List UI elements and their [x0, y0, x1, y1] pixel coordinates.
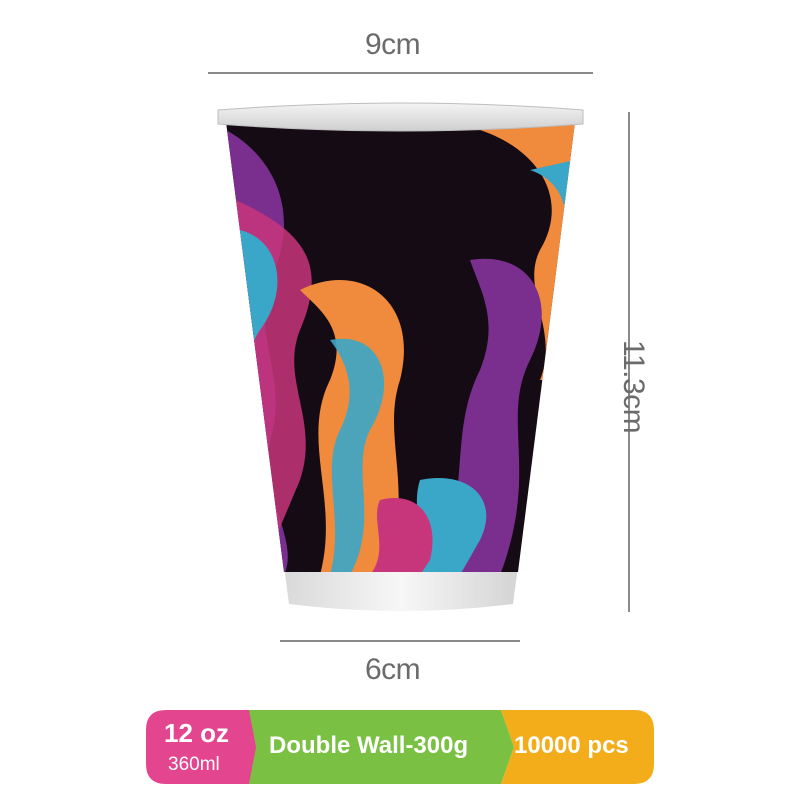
volume-oz: 12 oz [164, 718, 230, 748]
paper-cup-image [217, 102, 584, 611]
volume-ml: 360ml [168, 754, 220, 775]
spec-bar: 12 oz 360ml Double Wall-300g 10000 pcs [146, 710, 654, 784]
quantity: 10000 pcs [514, 732, 629, 759]
wall-type: Double Wall-300g [269, 732, 469, 759]
cup-base [284, 566, 518, 611]
cup-pattern [226, 122, 575, 572]
cup-rim [217, 102, 584, 132]
